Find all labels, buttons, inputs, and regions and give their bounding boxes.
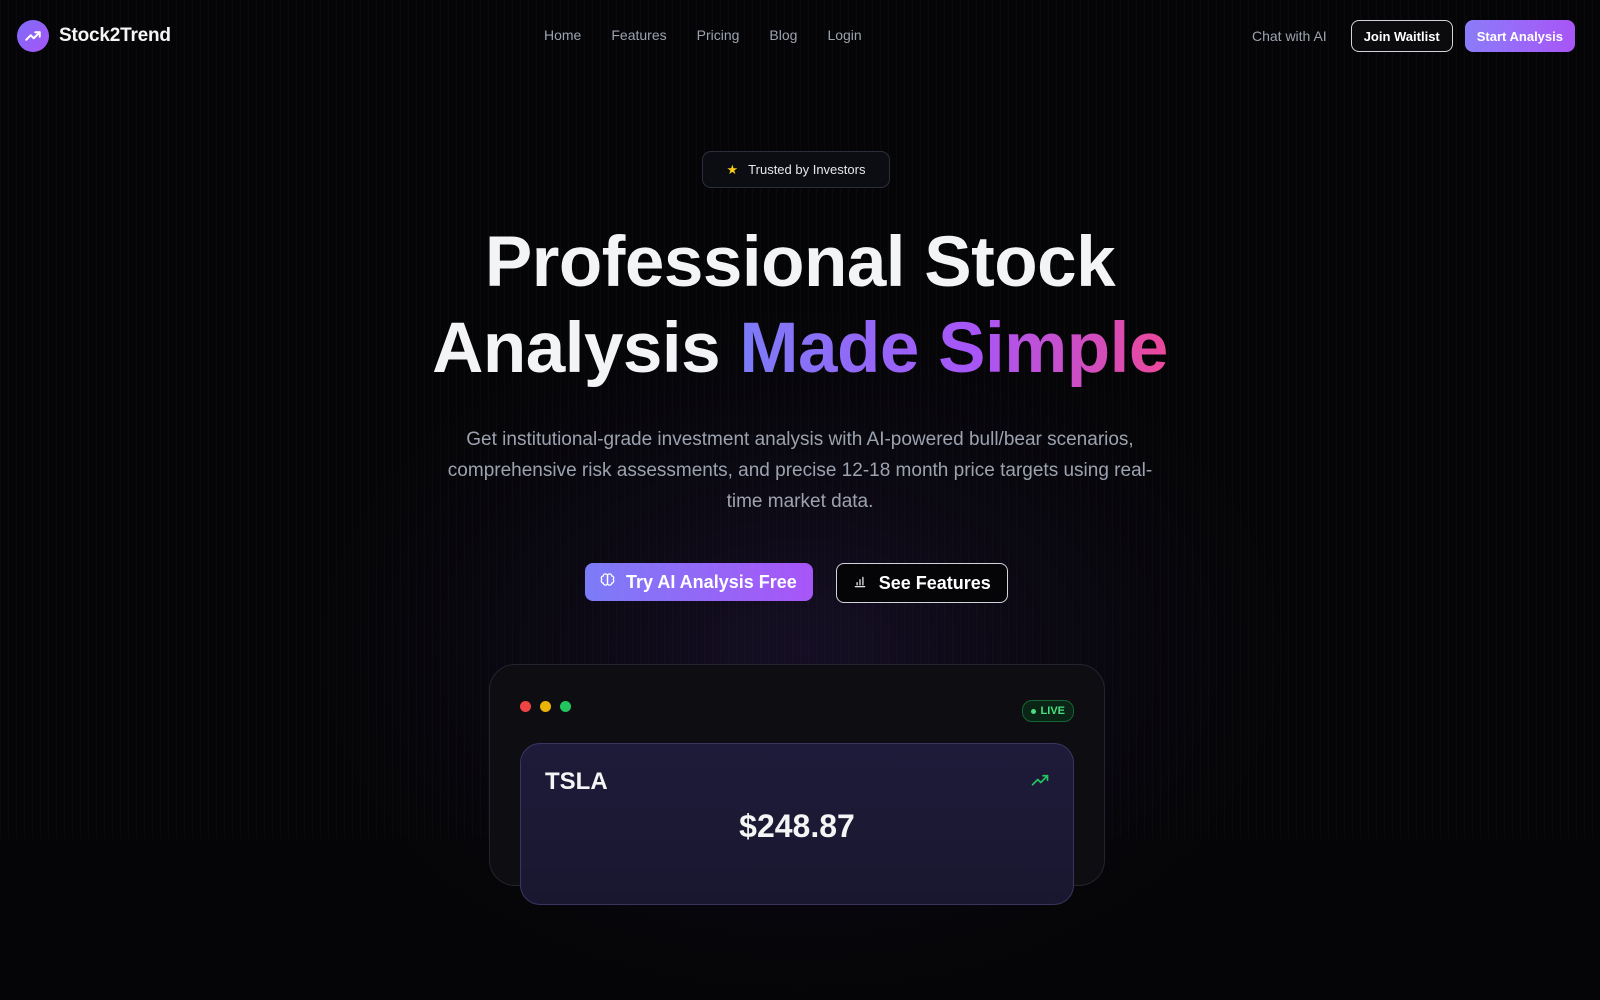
badge-text: Trusted by Investors	[748, 162, 866, 177]
live-badge: LIVE	[1021, 700, 1074, 722]
trending-up-icon	[17, 20, 49, 52]
brand-name: Stock2Trend	[59, 25, 171, 46]
ticker-card: TSLA $248.87	[520, 743, 1074, 905]
nav-actions: Chat with AI Join Waitlist Start Analysi…	[1252, 20, 1575, 52]
window-close-dot	[520, 701, 531, 712]
nav-link-home[interactable]: Home	[544, 27, 581, 43]
star-icon: ★	[726, 161, 739, 177]
see-features-label: See Features	[878, 572, 991, 593]
see-features-button[interactable]: See Features	[835, 563, 1008, 603]
nav-link-pricing[interactable]: Pricing	[697, 27, 740, 43]
window-minimize-dot	[540, 701, 551, 712]
live-indicator-dot	[1030, 708, 1036, 714]
hero-headline: Professional Stock Analysis Made Simple	[0, 220, 1600, 392]
nav-links: Home Features Pricing Blog Login	[544, 27, 892, 43]
chat-with-ai-link[interactable]: Chat with AI	[1252, 28, 1327, 44]
top-navigation: Stock2Trend Home Features Pricing Blog L…	[0, 0, 1600, 72]
cta-row: Try AI Analysis Free See Features	[585, 563, 1008, 603]
try-ai-analysis-button[interactable]: Try AI Analysis Free	[585, 563, 813, 601]
ticker-price: $248.87	[739, 808, 855, 844]
headline-line-1: Professional Stock	[484, 223, 1116, 302]
bar-chart-icon	[853, 573, 867, 594]
trusted-badge: ★ Trusted by Investors	[702, 151, 890, 188]
headline-line-2-plain: Analysis	[432, 309, 721, 388]
hero-subtext: Get institutional-grade investment analy…	[447, 429, 1153, 512]
headline-line-2-gradient: Made Simple	[739, 309, 1168, 388]
trending-up-icon	[1029, 772, 1051, 795]
dashboard-preview: LIVE TSLA $248.87	[489, 664, 1105, 905]
join-waitlist-button[interactable]: Join Waitlist	[1350, 20, 1453, 52]
nav-link-login[interactable]: Login	[827, 27, 861, 43]
start-analysis-button[interactable]: Start Analysis	[1464, 20, 1575, 52]
brain-icon	[599, 571, 616, 593]
live-label: LIVE	[1040, 705, 1065, 717]
try-ai-analysis-label: Try AI Analysis Free	[626, 571, 797, 592]
nav-link-blog[interactable]: Blog	[769, 27, 797, 43]
window-maximize-dot	[560, 701, 571, 712]
nav-link-features[interactable]: Features	[611, 27, 666, 43]
brand[interactable]: Stock2Trend	[17, 20, 171, 52]
window-controls	[520, 701, 571, 712]
ticker-symbol: TSLA	[545, 768, 608, 795]
